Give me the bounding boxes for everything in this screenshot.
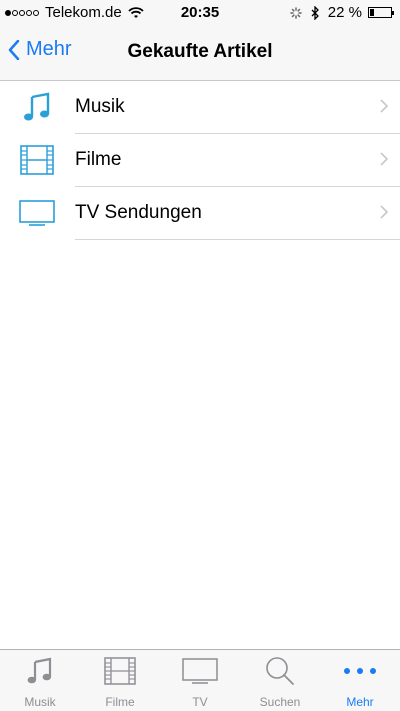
tab-label: Mehr (346, 695, 374, 709)
tv-icon (160, 656, 240, 686)
tab-films[interactable]: Filme (80, 650, 160, 711)
list-item-label: Musik (75, 96, 125, 117)
chevron-right-icon (380, 205, 388, 219)
film-strip-icon (80, 656, 160, 686)
bluetooth-icon (311, 5, 319, 20)
tab-label: Musik (24, 695, 56, 709)
page-title: Gekaufte Artikel (127, 41, 273, 62)
tab-label: Suchen (259, 695, 301, 709)
list-item-tv-shows[interactable]: TV Sendungen (0, 187, 400, 240)
list-item-label: TV Sendungen (75, 202, 202, 223)
battery-percentage: 22 % (327, 4, 362, 21)
status-right: 22 % (290, 4, 394, 21)
tv-icon (19, 197, 55, 229)
music-note-icon (19, 91, 55, 123)
tab-music[interactable]: Musik (0, 650, 80, 711)
battery-icon (368, 7, 394, 18)
activity-spinner-icon (290, 6, 302, 19)
chevron-right-icon (380, 99, 388, 113)
purchased-categories-list: Musik Filme TV Sendungen (0, 81, 400, 240)
divider (75, 239, 400, 240)
list-item-films[interactable]: Filme (0, 134, 400, 187)
search-icon (240, 656, 320, 686)
tab-bar: Musik Filme TV Suchen Mehr (0, 649, 400, 711)
more-dots-icon (320, 656, 400, 686)
tab-label: TV (192, 695, 208, 709)
tab-label: Filme (105, 695, 135, 709)
list-item-label: Filme (75, 149, 122, 170)
navigation-bar: Mehr Gekaufte Artikel (0, 26, 400, 81)
tab-more[interactable]: Mehr (320, 650, 400, 711)
tab-tv[interactable]: TV (160, 650, 240, 711)
list-item-music[interactable]: Musik (0, 81, 400, 134)
music-note-icon (0, 656, 80, 686)
tab-search[interactable]: Suchen (240, 650, 320, 711)
status-bar: Telekom.de 20:35 22 % (0, 0, 400, 26)
chevron-right-icon (380, 152, 388, 166)
film-strip-icon (19, 144, 55, 176)
